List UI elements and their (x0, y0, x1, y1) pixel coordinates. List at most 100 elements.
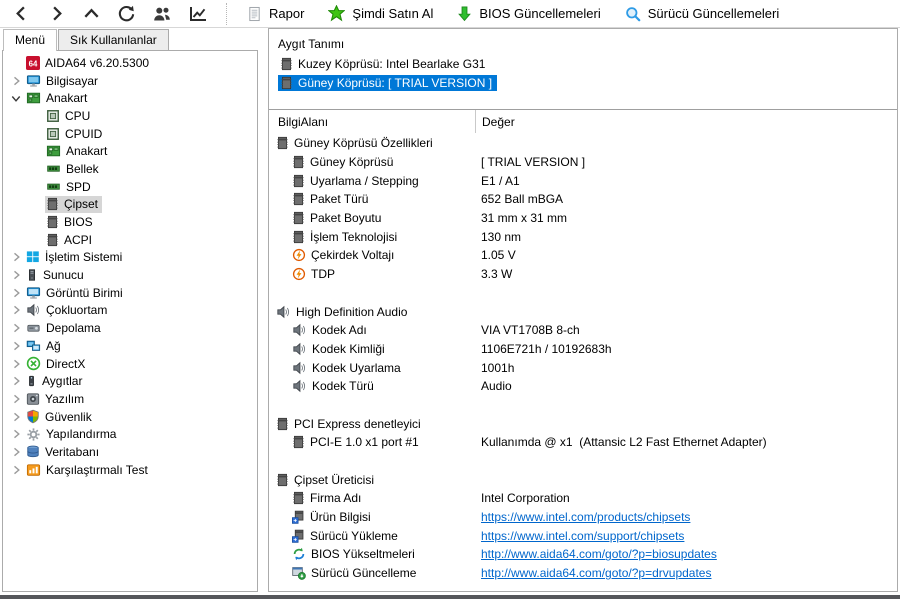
tree-item-content[interactable]: Depolama (25, 320, 105, 337)
tree-item[interactable]: Yazılım (3, 390, 257, 408)
tree-item-content[interactable]: BIOS (45, 214, 97, 231)
info-row[interactable]: TDP 3.3 W (269, 265, 897, 284)
nav-refresh-button[interactable] (117, 4, 136, 23)
tree-item-content[interactable]: Çipset (45, 195, 103, 213)
tree-item-content[interactable]: DirectX (25, 355, 89, 372)
expander-expanded-icon[interactable] (7, 94, 25, 103)
tree-item[interactable]: Depolama (3, 319, 257, 337)
tree-item[interactable]: Veritabanı (3, 443, 257, 461)
tab-menu[interactable]: Menü (3, 29, 58, 51)
expander-collapsed-icon[interactable] (7, 465, 25, 475)
tree-item[interactable]: Ağ (3, 337, 257, 355)
tree-item[interactable]: Görüntü Birimi (3, 284, 257, 302)
value-link[interactable]: https://www.intel.com/products/chipsets (481, 510, 690, 524)
tree-item-content[interactable]: ACPI (45, 231, 96, 248)
info-row[interactable]: Güney Köprüsü [ TRIAL VERSION ] (269, 153, 897, 172)
tree-item-content[interactable]: Görüntü Birimi (25, 284, 127, 301)
value-link[interactable]: http://www.aida64.com/goto/?p=biosupdate… (481, 547, 717, 561)
tree-item-content[interactable]: Aygıtlar (25, 373, 86, 390)
tree-item-content[interactable]: Veritabanı (25, 443, 103, 460)
device-row-content[interactable]: Kuzey Köprüsü: Intel Bearlake G31 (278, 56, 490, 72)
column-header-value[interactable]: Değer (475, 110, 897, 133)
info-row[interactable]: Paket Boyutu 31 mm x 31 mm (269, 209, 897, 228)
expander-collapsed-icon[interactable] (7, 412, 25, 422)
info-row[interactable]: PCI-E 1.0 x1 port #1 Kullanımda @ x1 (Att… (269, 433, 897, 452)
section-header-row[interactable]: Çipset Üreticisi (269, 470, 897, 489)
tree-item[interactable]: Karşılaştırmalı Test (3, 461, 257, 479)
tree-item[interactable]: Bellek (3, 160, 257, 178)
expander-collapsed-icon[interactable] (7, 376, 25, 386)
expander-collapsed-icon[interactable] (7, 270, 25, 280)
tree-item[interactable]: Çokluortam (3, 302, 257, 320)
expander-collapsed-icon[interactable] (7, 288, 25, 298)
tree-item[interactable]: Bilgisayar (3, 72, 257, 90)
value-link[interactable]: https://www.intel.com/support/chipsets (481, 529, 684, 543)
info-row[interactable]: Çekirdek Voltajı 1.05 V (269, 246, 897, 265)
driver-updates-button[interactable]: Sürücü Güncellemeleri (613, 1, 792, 27)
tree-item[interactable]: 64 AIDA64 v6.20.5300 (3, 54, 257, 72)
tree-item[interactable]: CPU (3, 107, 257, 125)
column-header-field[interactable]: BilgiAlanı (269, 115, 475, 129)
section-header-row[interactable]: Güney Köprüsü Özellikleri (269, 134, 897, 153)
tree-item[interactable]: Çipset (3, 195, 257, 214)
info-row[interactable]: Kodek Adı VIA VT1708B 8-ch (269, 321, 897, 340)
tree-item-content[interactable]: İşletim Sistemi (25, 249, 126, 266)
tree-item-content[interactable]: 64 AIDA64 v6.20.5300 (25, 54, 153, 71)
tree-item[interactable]: İşletim Sistemi (3, 249, 257, 267)
tree-item-content[interactable]: SPD (45, 178, 95, 195)
tree-item-content[interactable]: Ağ (25, 337, 65, 354)
info-row[interactable]: Sürücü Yükleme https://www.intel.com/supp… (269, 526, 897, 545)
expander-collapsed-icon[interactable] (7, 429, 25, 439)
device-row[interactable]: Kuzey Köprüsü: Intel Bearlake G31 (278, 54, 897, 73)
nav-up-button[interactable] (82, 4, 101, 23)
tree-item[interactable]: Anakart (3, 89, 257, 107)
tree-item[interactable]: BIOS (3, 213, 257, 231)
info-row[interactable]: Kodek Kimliği 1106E721h / 10192683h (269, 340, 897, 359)
tree-item-content[interactable]: CPUID (45, 125, 106, 142)
info-row[interactable]: Firma Adı Intel Corporation (269, 489, 897, 508)
tree-item-content[interactable]: Güvenlik (25, 408, 96, 425)
expander-collapsed-icon[interactable] (7, 341, 25, 351)
info-row[interactable]: Paket Türü 652 Ball mBGA (269, 190, 897, 209)
expander-collapsed-icon[interactable] (7, 305, 25, 315)
nav-users-button[interactable] (152, 5, 172, 23)
info-row[interactable]: Ürün Bilgisi https://www.intel.com/produc… (269, 508, 897, 527)
tab-favorites[interactable]: Sık Kullanılanlar (58, 29, 169, 50)
tree-item[interactable]: DirectX (3, 355, 257, 373)
tree-item-content[interactable]: Bilgisayar (25, 72, 102, 89)
nav-forward-button[interactable] (47, 4, 66, 23)
info-row[interactable]: Uyarlama / Stepping E1 / A1 (269, 171, 897, 190)
info-row[interactable]: Kodek Uyarlama 1001h (269, 358, 897, 377)
nav-chart-button[interactable] (188, 5, 208, 23)
tree-item[interactable]: Sunucu (3, 266, 257, 284)
tree-item[interactable]: SPD (3, 178, 257, 196)
expander-collapsed-icon[interactable] (7, 447, 25, 457)
device-row-content[interactable]: Güney Köprüsü: [ TRIAL VERSION ] (278, 74, 498, 91)
section-header-row[interactable]: PCI Express denetleyici (269, 414, 897, 433)
value-link[interactable]: http://www.aida64.com/goto/?p=drvupdates (481, 566, 711, 580)
tree-item[interactable]: ACPI (3, 231, 257, 249)
tree-item[interactable]: Anakart (3, 142, 257, 160)
expander-collapsed-icon[interactable] (7, 76, 25, 86)
tree-item-content[interactable]: Yapılandırma (25, 426, 120, 443)
tree-item[interactable]: CPUID (3, 125, 257, 143)
tree-item[interactable]: Aygıtlar (3, 372, 257, 390)
tree-item[interactable]: Güvenlik (3, 408, 257, 426)
report-button[interactable]: Rapor (235, 1, 316, 27)
tree-item-content[interactable]: Karşılaştırmalı Test (25, 461, 152, 478)
tree-item-content[interactable]: Anakart (45, 143, 111, 160)
tree-item-content[interactable]: Çokluortam (25, 302, 111, 319)
expander-collapsed-icon[interactable] (7, 359, 25, 369)
tree-item-content[interactable]: Sunucu (25, 267, 88, 284)
tree-item-content[interactable]: Anakart (25, 90, 91, 107)
tree-item-content[interactable]: Yazılım (25, 390, 88, 407)
tree-item[interactable]: Yapılandırma (3, 425, 257, 443)
expander-collapsed-icon[interactable] (7, 252, 25, 262)
info-row[interactable]: Sürücü Güncelleme http://www.aida64.com/g… (269, 564, 897, 583)
expander-collapsed-icon[interactable] (7, 323, 25, 333)
nav-back-button[interactable] (12, 4, 31, 23)
tree-item-content[interactable]: CPU (45, 107, 94, 124)
section-header-row[interactable]: High Definition Audio (269, 302, 897, 321)
info-row[interactable]: BIOS Yükseltmeleri http://www.aida64.com/… (269, 545, 897, 564)
info-row[interactable]: İşlem Teknolojisi 130 nm (269, 227, 897, 246)
